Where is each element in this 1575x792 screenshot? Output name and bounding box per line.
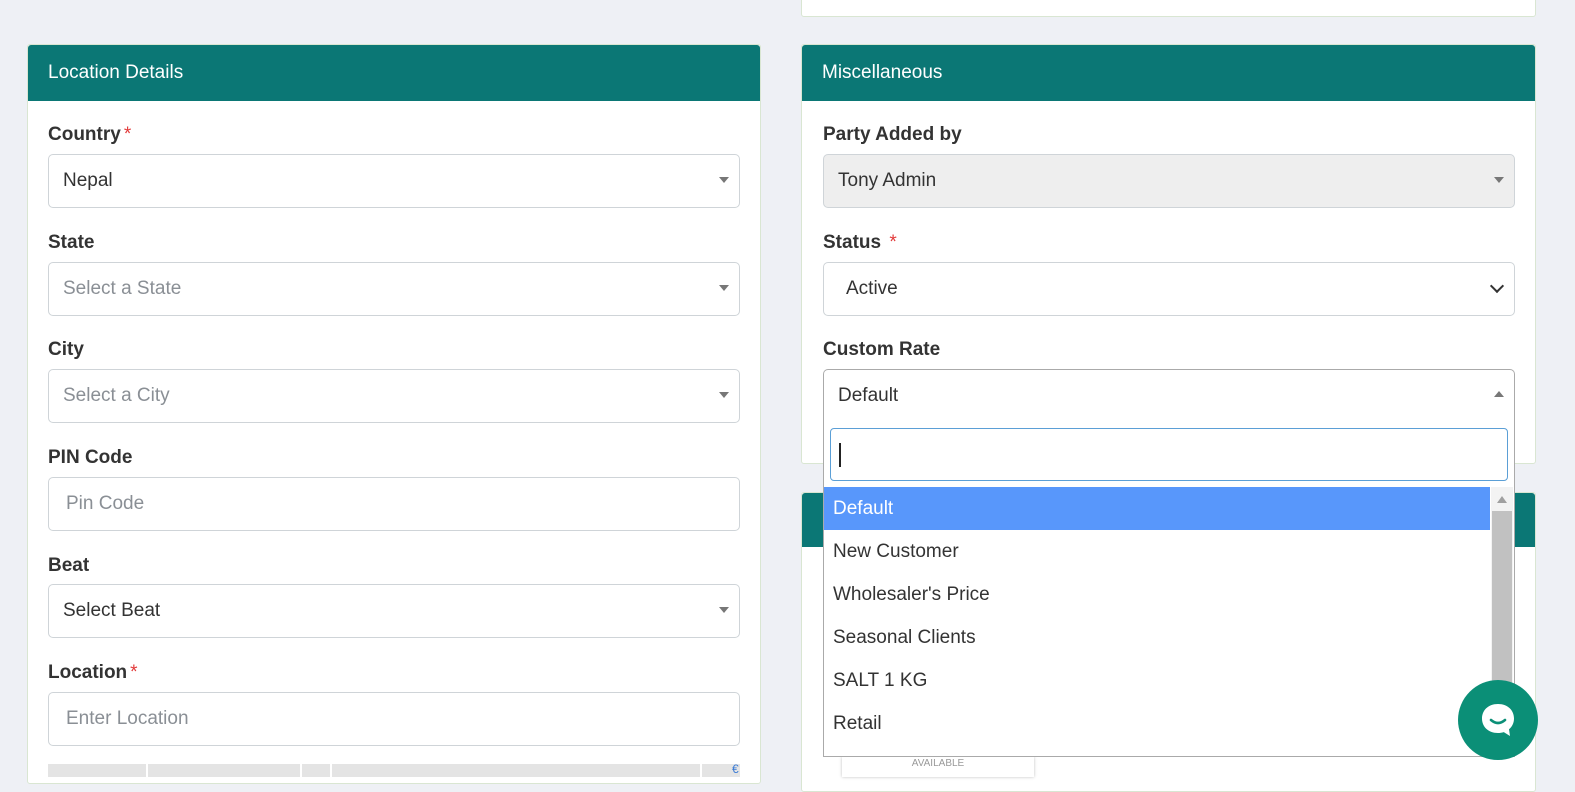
scroll-up-icon[interactable] (1497, 496, 1507, 503)
text-cursor (839, 443, 841, 467)
dropdown-option[interactable]: Retail (824, 702, 1490, 745)
map-available-badge: AVAILABLE (842, 757, 1034, 777)
city-select[interactable]: Select a City (48, 369, 740, 423)
party-added-by-value: Tony Admin (838, 170, 937, 191)
caret-down-icon (719, 607, 729, 613)
country-value: Nepal (63, 170, 113, 191)
state-placeholder: Select a State (63, 278, 182, 299)
dropdown-options: Default New Customer Wholesaler's Price … (824, 487, 1490, 745)
required-mark: * (123, 124, 132, 145)
caret-down-icon (719, 285, 729, 291)
status-value: Active (846, 278, 898, 299)
state-label: State (48, 232, 95, 253)
required-mark: * (130, 662, 138, 683)
country-label: Country * (48, 124, 132, 145)
dropdown-option[interactable]: New Customer (824, 530, 1490, 573)
caret-down-icon (719, 392, 729, 398)
map-preview[interactable] (48, 764, 740, 777)
custom-rate-select[interactable]: Default (823, 369, 1515, 423)
dropdown-option[interactable]: SALT 1 KG (824, 659, 1490, 702)
custom-rate-value: Default (838, 385, 899, 406)
pin-code-label: PIN Code (48, 447, 133, 468)
pin-code-input[interactable]: Pin Code (48, 477, 740, 531)
miscellaneous-title: Miscellaneous (802, 45, 1535, 101)
party-added-by-select: Tony Admin (823, 154, 1515, 208)
location-placeholder: Enter Location (66, 708, 189, 729)
dropdown-search-input[interactable] (830, 428, 1508, 481)
city-placeholder: Select a City (63, 385, 170, 406)
location-label: Location * (48, 662, 138, 683)
caret-up-icon (1494, 391, 1504, 397)
state-select[interactable]: Select a State (48, 262, 740, 316)
previous-card-bottom (801, 0, 1536, 17)
custom-rate-label: Custom Rate (823, 339, 941, 360)
pin-code-placeholder: Pin Code (66, 493, 145, 514)
status-select[interactable]: Active (823, 262, 1515, 316)
caret-down-icon (719, 177, 729, 183)
required-mark: * (889, 232, 897, 253)
map-glyph: € (732, 762, 739, 776)
status-label: Status * (823, 232, 897, 253)
caret-down-icon (1494, 177, 1504, 183)
location-details-title: Location Details (28, 45, 760, 101)
chevron-down-icon (1489, 278, 1505, 294)
city-label: City (48, 339, 84, 360)
custom-rate-dropdown: Default New Customer Wholesaler's Price … (823, 423, 1515, 757)
beat-select[interactable]: Select Beat (48, 584, 740, 638)
beat-value: Select Beat (63, 600, 161, 621)
dropdown-option[interactable]: Seasonal Clients (824, 616, 1490, 659)
dropdown-option[interactable]: Wholesaler's Price (824, 573, 1490, 616)
country-select[interactable]: Nepal (48, 154, 740, 208)
party-added-by-label: Party Added by (823, 124, 962, 145)
location-input[interactable]: Enter Location (48, 692, 740, 746)
dropdown-option[interactable]: Default (824, 487, 1490, 530)
chat-button[interactable] (1458, 680, 1538, 760)
beat-label: Beat (48, 555, 90, 576)
